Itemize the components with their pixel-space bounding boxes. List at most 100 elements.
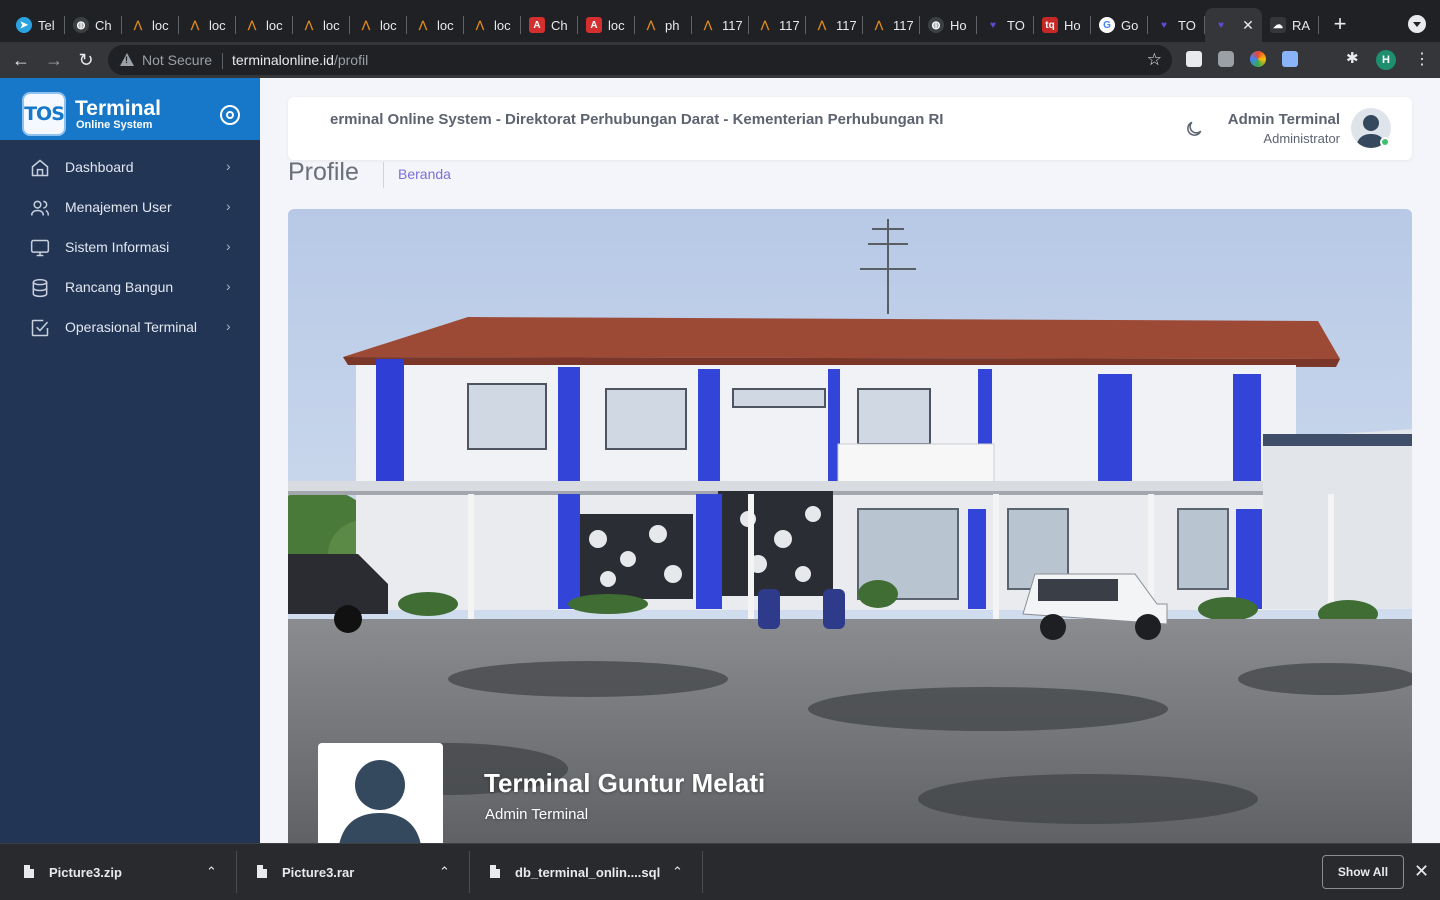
warning-icon [120, 53, 134, 66]
chevron-up-icon[interactable]: ⌃ [439, 864, 450, 880]
browser-tab[interactable]: ⋀ 117 [692, 8, 749, 42]
tab-title: loc [209, 17, 226, 33]
tos-logo[interactable]: TOS [22, 92, 66, 136]
address-bar[interactable]: Not Secure terminalonline.id/profil ☆ [108, 45, 1172, 75]
new-tab-button[interactable]: + [1330, 13, 1350, 35]
tab-title: loc [494, 17, 511, 33]
browser-tab[interactable]: ⋀ loc [293, 8, 350, 42]
tab-title: TO [1007, 17, 1025, 33]
browser-tab[interactable]: ⋀ loc [122, 8, 179, 42]
browser-tab[interactable]: ◍ Ho [920, 8, 977, 42]
profile-picture[interactable] [318, 743, 443, 843]
browser-tab[interactable]: ⋀ 117 [806, 8, 863, 42]
sidebar-item-dashboard[interactable]: Dashboard › [0, 148, 260, 188]
browser-tab[interactable]: ⋀ 117 [749, 8, 806, 42]
browser-tab[interactable]: ⋀ 117 [863, 8, 920, 42]
tab-title: Ch [95, 17, 112, 33]
angular-icon: A [529, 17, 545, 33]
profile-role: Admin Terminal [485, 806, 589, 823]
laragon-icon: ⋀ [133, 19, 143, 31]
browser-tab[interactable]: ⋀ loc [179, 8, 236, 42]
cover-photo [288, 209, 1412, 843]
brand-header: TOS Terminal Online System [0, 78, 260, 140]
chevron-right-icon: › [226, 158, 231, 174]
browser-tab[interactable]: ➤ Tel [8, 8, 65, 42]
breadcrumb-beranda[interactable]: Beranda [398, 166, 451, 182]
browser-tab-strip: + ➤ Tel ◍ Ch ⋀ loc ⋀ loc ⋀ loc ⋀ loc ⋀ loc ⋀ loc ⋀ loc A Ch… [0, 0, 1440, 42]
tab-title: Ho [1064, 17, 1081, 33]
browser-tab[interactable]: A Ch [521, 8, 578, 42]
tab-divider [1318, 16, 1319, 34]
dark-mode-moon-icon[interactable] [1184, 119, 1204, 139]
laragon-icon: ⋀ [247, 19, 257, 31]
browser-tab[interactable]: G Go [1091, 8, 1148, 42]
tab-title: Ch [551, 17, 568, 33]
bookmark-star-icon[interactable]: ☆ [1147, 50, 1162, 70]
file-icon [257, 865, 267, 878]
browser-profile-avatar[interactable]: H [1376, 50, 1396, 70]
sidebar-toggle-icon[interactable] [220, 105, 240, 125]
back-button[interactable]: ← [10, 49, 32, 71]
sidebar-item-label: Rancang Bangun [65, 279, 174, 295]
cloud-icon: ☁ [1270, 17, 1286, 33]
sidebar-item-label: Operasional Terminal [65, 319, 198, 335]
show-all-downloads-button[interactable]: Show All [1322, 855, 1404, 889]
sidebar-item-rancang-bangun[interactable]: Rancang Bangun › [0, 268, 260, 308]
sidebar-item-sistem-informasi[interactable]: Sistem Informasi › [0, 228, 260, 268]
security-label[interactable]: Not Secure [142, 52, 212, 68]
extension-s-icon[interactable] [1186, 51, 1202, 67]
laragon-icon: ⋀ [190, 19, 200, 31]
close-downloads-icon[interactable]: ✕ [1414, 861, 1429, 881]
sidebar-item-label: Menajemen User [65, 199, 172, 215]
docs-extension-icon[interactable] [1282, 51, 1298, 67]
browser-menu-icon[interactable]: ⋮ [1414, 50, 1430, 70]
browser-tab[interactable]: ◍ Ch [65, 8, 122, 42]
chevron-up-icon[interactable]: ⌃ [672, 864, 683, 880]
check-square-icon [31, 319, 49, 337]
tab-title: 117 [893, 17, 913, 33]
chevron-up-icon[interactable]: ⌃ [206, 864, 217, 880]
user-name[interactable]: Admin Terminal [1228, 111, 1340, 128]
download-item[interactable]: db_terminal_onlin....sql ⌃ [466, 850, 701, 894]
download-item[interactable]: Picture3.rar ⌃ [233, 850, 468, 894]
url-text[interactable]: terminalonline.id/profil [232, 52, 368, 68]
reload-button[interactable]: ↻ [75, 49, 97, 71]
tab-title: Go [1121, 17, 1139, 33]
url-host: terminalonline.id [232, 52, 334, 68]
download-filename: Picture3.zip [49, 865, 122, 880]
laragon-icon: ⋀ [874, 19, 884, 31]
browser-tab[interactable]: ⋀ loc [464, 8, 521, 42]
color-picker-extension-icon[interactable] [1250, 51, 1266, 67]
browser-tab[interactable]: ☁ RA [1262, 8, 1319, 42]
monitor-icon [30, 239, 50, 257]
tab-close-icon[interactable]: ✕ [1240, 17, 1256, 33]
browser-tab[interactable]: ⋀ ph [635, 8, 692, 42]
laragon-icon: ⋀ [760, 19, 770, 31]
browser-tab[interactable]: ⋀ loc [236, 8, 293, 42]
browser-tab[interactable]: ♥ TO [1148, 8, 1205, 42]
extensions-puzzle-icon[interactable]: ✱ [1346, 51, 1362, 67]
browser-tab[interactable]: Aloc [578, 8, 635, 42]
download-item[interactable]: Picture3.zip ⌃ [0, 850, 235, 894]
angular-icon: A [586, 17, 602, 33]
chevron-right-icon: › [226, 278, 231, 294]
heart-icon: ♥ [1218, 19, 1224, 31]
database-icon [32, 278, 48, 298]
tab-title: loc [608, 17, 625, 33]
sidebar-item-operasional-terminal[interactable]: Operasional Terminal › [0, 308, 260, 348]
laragon-icon: ⋀ [817, 19, 827, 31]
browser-tab[interactable]: ⋀ loc [407, 8, 464, 42]
browser-tab[interactable]: ⋀ loc [350, 8, 407, 42]
camera-extension-icon[interactable] [1218, 51, 1234, 67]
page-title: Profile [288, 158, 359, 186]
forward-button[interactable]: → [43, 49, 65, 71]
top-header-bar: erminal Online System - Direktorat Perhu… [288, 97, 1412, 160]
browser-tab[interactable]: tq Ho [1034, 8, 1091, 42]
browser-tab[interactable]: ♥ ✕ [1205, 8, 1262, 42]
tab-title: loc [266, 17, 283, 33]
tab-search-icon[interactable] [1408, 15, 1426, 33]
laragon-icon: ⋀ [646, 19, 656, 31]
sidebar-item-menajemen-user[interactable]: Menajemen User › [0, 188, 260, 228]
tab-title: loc [152, 17, 169, 33]
browser-tab[interactable]: ♥ TO [977, 8, 1034, 42]
